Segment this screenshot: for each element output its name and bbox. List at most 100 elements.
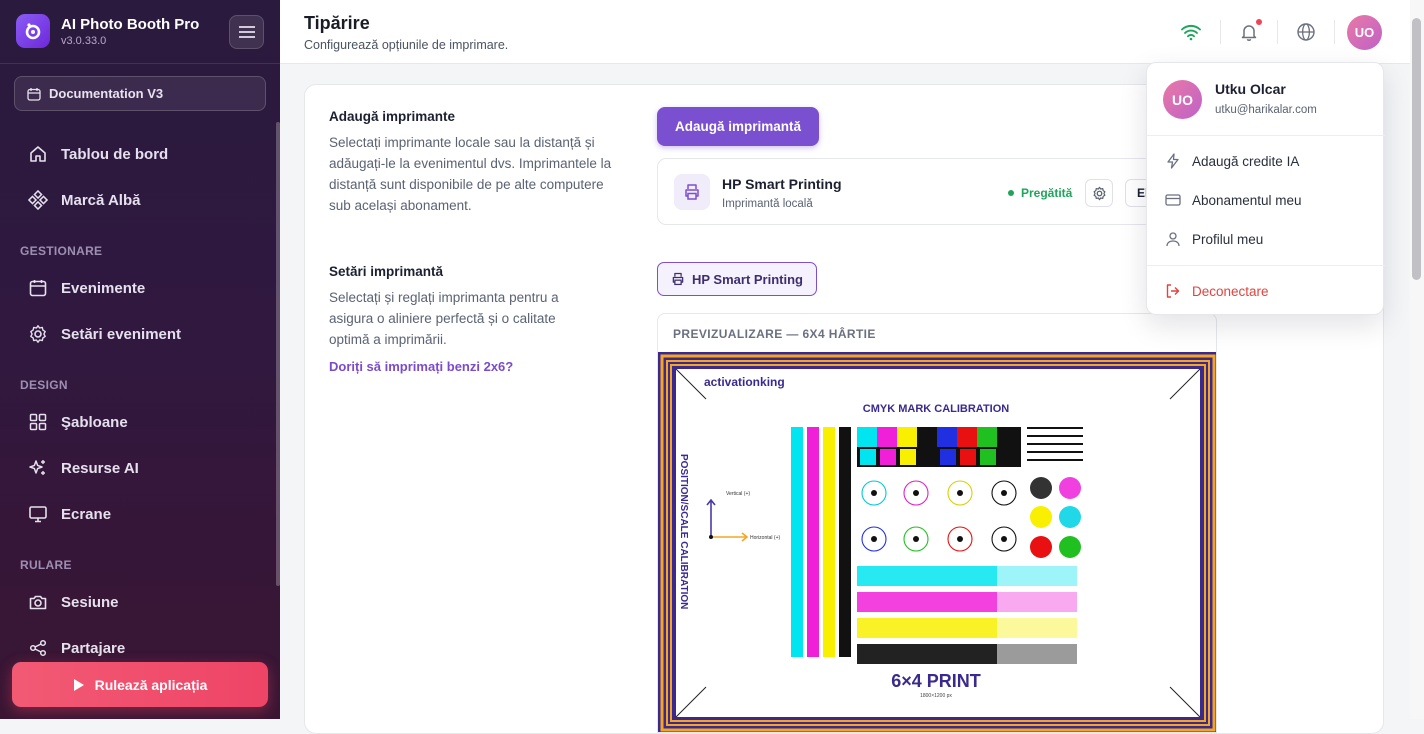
menu-item-add-ai-credits[interactable]: Adaugă credite IA: [1165, 153, 1299, 169]
sidebar-item-label: Marcă Albă: [61, 191, 141, 209]
selected-printer-label: HP Smart Printing: [691, 271, 803, 287]
sidebar-item-event-settings[interactable]: Setări eveniment: [28, 324, 181, 344]
printer-type: Imprimantă locală: [722, 198, 813, 210]
print-size: 1800×1200 px: [920, 693, 952, 699]
gear-icon: [30, 325, 46, 343]
run-app-button[interactable]: Rulează aplicația: [12, 662, 268, 707]
page-title: Tipărire: [304, 13, 370, 33]
menu-item-subscription[interactable]: Abonamentul meu: [1165, 192, 1302, 208]
topbar: Tipărire Configurează opțiunile de impri…: [280, 0, 1410, 64]
sidebar-item-session[interactable]: Sesiune: [28, 592, 119, 612]
run-app-label: Rulează aplicația: [94, 676, 208, 693]
topbar-separator: [1220, 20, 1221, 44]
topbar-separator: [1334, 20, 1335, 44]
documentation-label: Documentation V3: [49, 86, 164, 101]
page-subtitle: Configurează opțiunile de imprimare.: [304, 38, 509, 52]
printer-status: Pregătită: [1021, 186, 1073, 200]
user-name: Utku Olcar: [1215, 81, 1286, 97]
globe-icon[interactable]: [1294, 21, 1318, 43]
add-printers-description: Selectați imprimante locale sau la dista…: [329, 135, 612, 213]
sidebar-item-label: Resurse AI: [61, 459, 139, 477]
add-printer-button[interactable]: Adaugă imprimantă: [657, 107, 819, 146]
printer-settings-description: Selectați și reglați imprimanta pentru a…: [329, 290, 559, 347]
menu-divider: [1147, 135, 1385, 136]
menu-item-label: Profilul meu: [1192, 231, 1264, 247]
user-icon: [1166, 232, 1180, 247]
status-dot: [1008, 190, 1014, 196]
documentation-button[interactable]: Documentation V3: [14, 76, 266, 111]
side-label: POSITION/SCALE CALIBRATION: [678, 454, 689, 609]
page-scrollbar[interactable]: [1410, 0, 1424, 719]
monitor-icon: [29, 506, 47, 523]
horizontal-label: Horizontal (+): [750, 535, 780, 541]
selected-printer-button[interactable]: HP Smart Printing: [657, 262, 817, 296]
printer-name: HP Smart Printing: [722, 176, 842, 192]
sidebar-divider: [0, 63, 280, 64]
printer-icon: [674, 174, 710, 210]
sidebar-item-screens[interactable]: Ecrane: [28, 504, 111, 524]
printer-icon: [672, 272, 684, 286]
sidebar-item-label: Sesiune: [61, 593, 119, 611]
sidebar-item-label: Setări eveniment: [61, 325, 182, 343]
wifi-icon[interactable]: [1179, 21, 1203, 43]
menu-item-label: Deconectare: [1192, 283, 1269, 299]
menu-item-profile[interactable]: Profilul meu: [1165, 231, 1263, 247]
user-avatar[interactable]: UO: [1347, 15, 1382, 50]
printer-status-badge: Pregătită: [1008, 186, 1072, 200]
section-label-design: DESIGN: [20, 378, 68, 392]
sidebar-item-dashboard[interactable]: Tablou de bord: [28, 144, 168, 164]
sidebar-item-white-label[interactable]: Marcă Albă: [28, 190, 140, 210]
app-name: AI Photo Booth Pro: [61, 15, 200, 33]
calendar-icon: [27, 87, 41, 101]
hamburger-icon: [238, 26, 255, 38]
calibration-heading: CMYK MARK CALIBRATION: [863, 403, 1010, 415]
sidebar-item-ai-resources[interactable]: Resurse AI: [28, 458, 139, 478]
brand[interactable]: AI Photo Booth Pro v3.0.33.0: [16, 14, 199, 48]
gear-icon: [1093, 186, 1105, 200]
sparkle-icon: [29, 460, 45, 475]
sidebar: AI Photo Booth Pro v3.0.33.0 Documentati…: [0, 0, 280, 719]
share-icon: [29, 639, 47, 657]
menu-item-logout[interactable]: Deconectare: [1165, 283, 1269, 299]
home-icon: [30, 146, 46, 162]
notification-dot: [1256, 19, 1262, 25]
menu-item-label: Adaugă credite IA: [1192, 153, 1300, 169]
print-title: 6×4 PRINT: [891, 671, 981, 691]
menu-divider: [1147, 265, 1385, 266]
print-strips-link[interactable]: Doriți să imprimați benzi 2x6?: [329, 359, 513, 374]
sidebar-toggle-button[interactable]: [229, 15, 264, 49]
sidebar-item-label: Ecrane: [61, 505, 112, 523]
diamond-icon: [28, 190, 48, 210]
sidebar-item-label: Tablou de bord: [61, 145, 169, 163]
vertical-label: Vertical (+): [726, 491, 750, 497]
printer-item[interactable]: HP Smart Printing Imprimantă locală Preg…: [657, 158, 1217, 225]
calendar-icon: [29, 280, 47, 297]
grid-icon: [29, 413, 47, 431]
sidebar-item-events[interactable]: Evenimente: [28, 278, 145, 298]
sidebar-item-share[interactable]: Partajare: [28, 638, 125, 658]
logout-icon: [1166, 284, 1180, 298]
sidebar-item-label: Partajare: [61, 639, 126, 657]
sidebar-item-label: Şabloane: [61, 413, 128, 431]
user-menu-dropdown: UO Utku Olcar utku@harikalar.com Adaugă …: [1146, 62, 1385, 315]
printer-settings-button[interactable]: [1085, 179, 1113, 207]
user-email: utku@harikalar.com: [1215, 104, 1317, 116]
lightning-icon: [1167, 153, 1179, 169]
calibration-sheet-image: activationking CMYK MARK CALIBRATION POS…: [658, 352, 1216, 732]
sidebar-item-templates[interactable]: Şabloane: [28, 412, 128, 432]
page-scrollbar-thumb[interactable]: [1412, 18, 1421, 280]
topbar-separator: [1277, 20, 1278, 44]
printer-settings-title: Setări imprimantă: [329, 264, 444, 279]
app-version: v3.0.33.0: [61, 34, 107, 47]
menu-item-label: Abonamentul meu: [1192, 192, 1302, 208]
print-preview: PREVIZUALIZARE — 6X4 HÂRTIE activationki…: [657, 313, 1217, 733]
credit-card-icon: [1165, 194, 1181, 206]
sidebar-item-label: Evenimente: [61, 279, 146, 297]
camera-icon: [29, 595, 47, 610]
preview-label: PREVIZUALIZARE — 6X4 HÂRTIE: [673, 327, 876, 341]
user-menu-avatar: UO: [1163, 80, 1202, 119]
play-icon: [73, 678, 84, 691]
sidebar-scrollbar[interactable]: [276, 122, 280, 586]
section-label-management: GESTIONARE: [20, 244, 103, 258]
brand-logo-text: activationking: [704, 375, 785, 389]
